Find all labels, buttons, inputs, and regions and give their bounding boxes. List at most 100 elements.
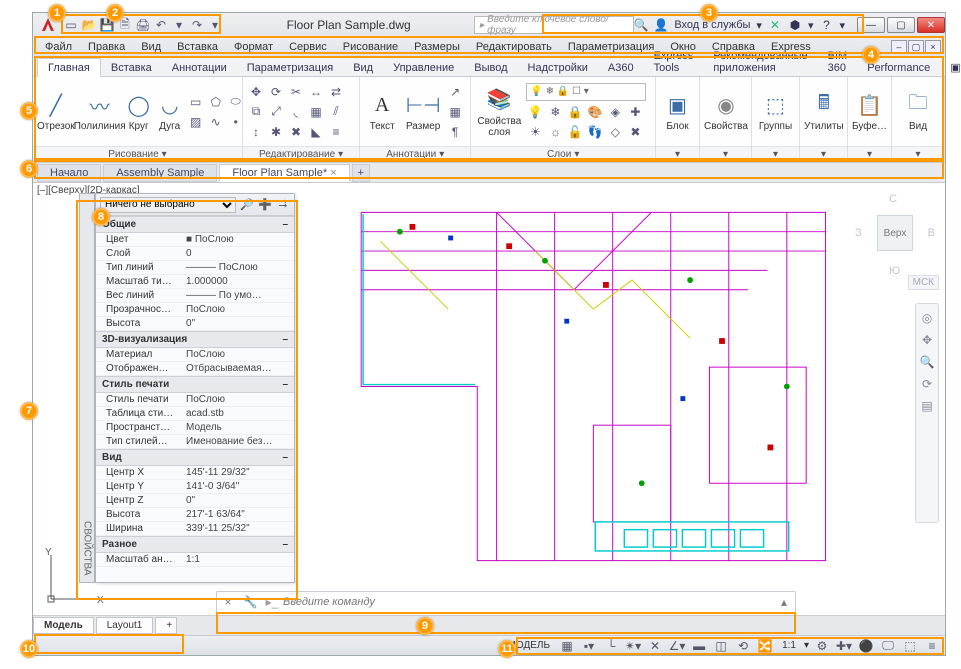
menu-tools[interactable]: Сервис bbox=[281, 39, 335, 55]
qat-new-icon[interactable]: ▭ bbox=[63, 17, 79, 33]
nav-orbit-icon[interactable]: ⟳ bbox=[919, 376, 935, 392]
status-cycle-icon[interactable]: ⟲ bbox=[734, 638, 752, 654]
help-icon[interactable]: ? bbox=[819, 18, 833, 32]
viewcube[interactable]: С Ю В З Верх МСК bbox=[855, 193, 935, 273]
palette-titlebar[interactable]: СВОЙСТВА bbox=[79, 193, 95, 583]
layout-tab-model[interactable]: Модель bbox=[33, 617, 94, 634]
vc-top[interactable]: Верх bbox=[877, 215, 913, 251]
move-icon[interactable]: ✥ bbox=[247, 83, 265, 101]
status-snap-icon[interactable]: ▪▾ bbox=[580, 638, 598, 654]
qat-redo-icon[interactable]: ↷ bbox=[189, 17, 205, 33]
ellipse-icon[interactable]: ⬭ bbox=[227, 93, 245, 111]
status-polar-icon[interactable]: ✴▾ bbox=[624, 638, 642, 654]
polyline-button[interactable]: 〰Полилиния bbox=[78, 81, 122, 143]
prop-row[interactable]: Пространст…Модель bbox=[96, 421, 294, 435]
close-button[interactable]: ✕ bbox=[917, 17, 945, 33]
panel-annot-label[interactable]: Аннотации ▾ bbox=[360, 146, 470, 162]
menu-insert[interactable]: Вставка bbox=[169, 39, 226, 55]
poly-icon[interactable]: ⬠ bbox=[207, 93, 225, 111]
table-icon[interactable]: ▦ bbox=[446, 103, 464, 121]
laywalk-icon[interactable]: 👣 bbox=[586, 123, 604, 141]
ribbon-tab-express[interactable]: Express Tools bbox=[644, 47, 704, 76]
prop-row[interactable]: Высота217'-1 63/64" bbox=[96, 508, 294, 522]
mtext-icon[interactable]: ¶ bbox=[446, 123, 464, 141]
panel-layers-label[interactable]: Слои ▾ bbox=[471, 146, 655, 162]
vc-wcs[interactable]: МСК bbox=[908, 275, 939, 290]
ribbon-tab-bim360[interactable]: BIM 360 bbox=[818, 47, 858, 76]
search-icon[interactable]: 🔍 bbox=[634, 18, 648, 32]
menu-modify[interactable]: Редактировать bbox=[468, 39, 560, 55]
status-otrack-icon[interactable]: ∠▾ bbox=[668, 638, 686, 654]
layulk-icon[interactable]: 🔓 bbox=[566, 123, 584, 141]
menu-file[interactable]: Файл bbox=[37, 39, 80, 55]
status-gear-icon[interactable]: ⚙ bbox=[813, 638, 831, 654]
laymake-icon[interactable]: ✚ bbox=[626, 103, 644, 121]
laydel-icon[interactable]: ✖ bbox=[626, 123, 644, 141]
panel-groups-drop[interactable]: ▾ bbox=[752, 146, 799, 162]
prop-group[interactable]: Стиль печати– bbox=[96, 376, 294, 393]
dim-button[interactable]: ⊢⊣Размер bbox=[403, 81, 443, 143]
prop-row[interactable]: Стиль печатиПоСлою bbox=[96, 393, 294, 407]
maximize-button[interactable]: ▢ bbox=[887, 17, 915, 33]
layerprops-button[interactable]: 📚Свойства слоя bbox=[475, 81, 523, 143]
laythw-icon[interactable]: ☼ bbox=[546, 123, 564, 141]
point-icon[interactable]: • bbox=[227, 113, 245, 131]
minimize-button[interactable]: — bbox=[857, 17, 885, 33]
qat-undo-icon[interactable]: ↶ bbox=[153, 17, 169, 33]
trim-icon[interactable]: ✂ bbox=[287, 83, 305, 101]
text-button[interactable]: AТекст bbox=[364, 81, 400, 143]
status-scale[interactable]: 1:1 bbox=[778, 640, 800, 651]
mirror-icon[interactable]: ⇄ bbox=[327, 83, 345, 101]
prop-group[interactable]: Общие– bbox=[96, 216, 294, 233]
prop-row[interactable]: Тип стилей…Именование без… bbox=[96, 435, 294, 449]
qat-open-icon[interactable]: 📂 bbox=[81, 17, 97, 33]
panel-view-drop[interactable]: ▾ bbox=[892, 146, 944, 162]
menu-dimension[interactable]: Размеры bbox=[406, 39, 468, 55]
prop-row[interactable]: Таблица сти…acad.stb bbox=[96, 407, 294, 421]
file-tab-assembly[interactable]: Assembly Sample bbox=[103, 164, 217, 182]
props-button[interactable]: ◉Свойства bbox=[704, 81, 748, 143]
menu-format[interactable]: Формат bbox=[226, 39, 281, 55]
array-icon[interactable]: ▦ bbox=[307, 103, 325, 121]
prop-group[interactable]: Вид– bbox=[96, 449, 294, 466]
leader-icon[interactable]: ↗ bbox=[446, 83, 464, 101]
prop-row[interactable]: Масштаб ан…1:1 bbox=[96, 553, 294, 567]
status-monitor-icon[interactable]: 🖵 bbox=[879, 638, 897, 654]
ribbon-tab-view[interactable]: Вид bbox=[343, 59, 383, 76]
extend-icon[interactable]: ↔ bbox=[307, 83, 325, 101]
laymatch-icon[interactable]: 🎨 bbox=[586, 103, 604, 121]
panel-clip-drop[interactable]: ▾ bbox=[848, 146, 891, 162]
ribbon-tab-insert[interactable]: Вставка bbox=[101, 59, 162, 76]
copy-icon[interactable]: ⧉ bbox=[247, 103, 265, 121]
groups-button[interactable]: ⬚Группы bbox=[756, 81, 795, 143]
rotate-icon[interactable]: ⟳ bbox=[267, 83, 285, 101]
prop-row[interactable]: Вес линий——— По умо… bbox=[96, 289, 294, 303]
mdi-restore[interactable]: ▢ bbox=[908, 40, 924, 54]
ribbon-tab-home[interactable]: Главная bbox=[37, 58, 101, 77]
arc-button[interactable]: ◡Дуга bbox=[156, 81, 184, 143]
prop-row[interactable]: МатериалПоСлою bbox=[96, 348, 294, 362]
chamfer-icon[interactable]: ◣ bbox=[307, 123, 325, 141]
ribbon-tab-parametric[interactable]: Параметризация bbox=[237, 59, 343, 76]
panel-utils-drop[interactable]: ▾ bbox=[800, 146, 847, 162]
panel-draw-label[interactable]: Рисование ▾ bbox=[33, 146, 242, 162]
command-line[interactable]: × 🔧 ▸_ ▴ bbox=[216, 591, 796, 613]
ribbon-tab-output[interactable]: Вывод bbox=[464, 59, 517, 76]
vc-west[interactable]: З bbox=[855, 227, 862, 239]
prop-row[interactable]: Слой0 bbox=[96, 247, 294, 261]
status-transp-icon[interactable]: ◫ bbox=[712, 638, 730, 654]
qat-drop2-icon[interactable]: ▾ bbox=[207, 17, 223, 33]
status-grid-icon[interactable]: ▦ bbox=[558, 638, 576, 654]
prop-group[interactable]: Разное– bbox=[96, 536, 294, 553]
mdi-close[interactable]: × bbox=[925, 40, 941, 54]
qat-print-icon[interactable]: 🖨 bbox=[135, 17, 151, 33]
tab-close-icon[interactable]: × bbox=[330, 167, 336, 179]
line-button[interactable]: ╱Отрезок bbox=[37, 81, 75, 143]
panel-props-drop[interactable]: ▾ bbox=[700, 146, 751, 162]
exchange-icon[interactable]: ✕ bbox=[768, 18, 782, 32]
panel-modify-label[interactable]: Редактирование ▾ bbox=[243, 146, 359, 162]
layiso-icon[interactable]: ◈ bbox=[606, 103, 624, 121]
a360-icon[interactable]: ⬢ bbox=[788, 18, 802, 32]
ribbon-min-icon[interactable]: ▣▾ bbox=[940, 58, 961, 76]
menu-draw[interactable]: Рисование bbox=[335, 39, 406, 55]
